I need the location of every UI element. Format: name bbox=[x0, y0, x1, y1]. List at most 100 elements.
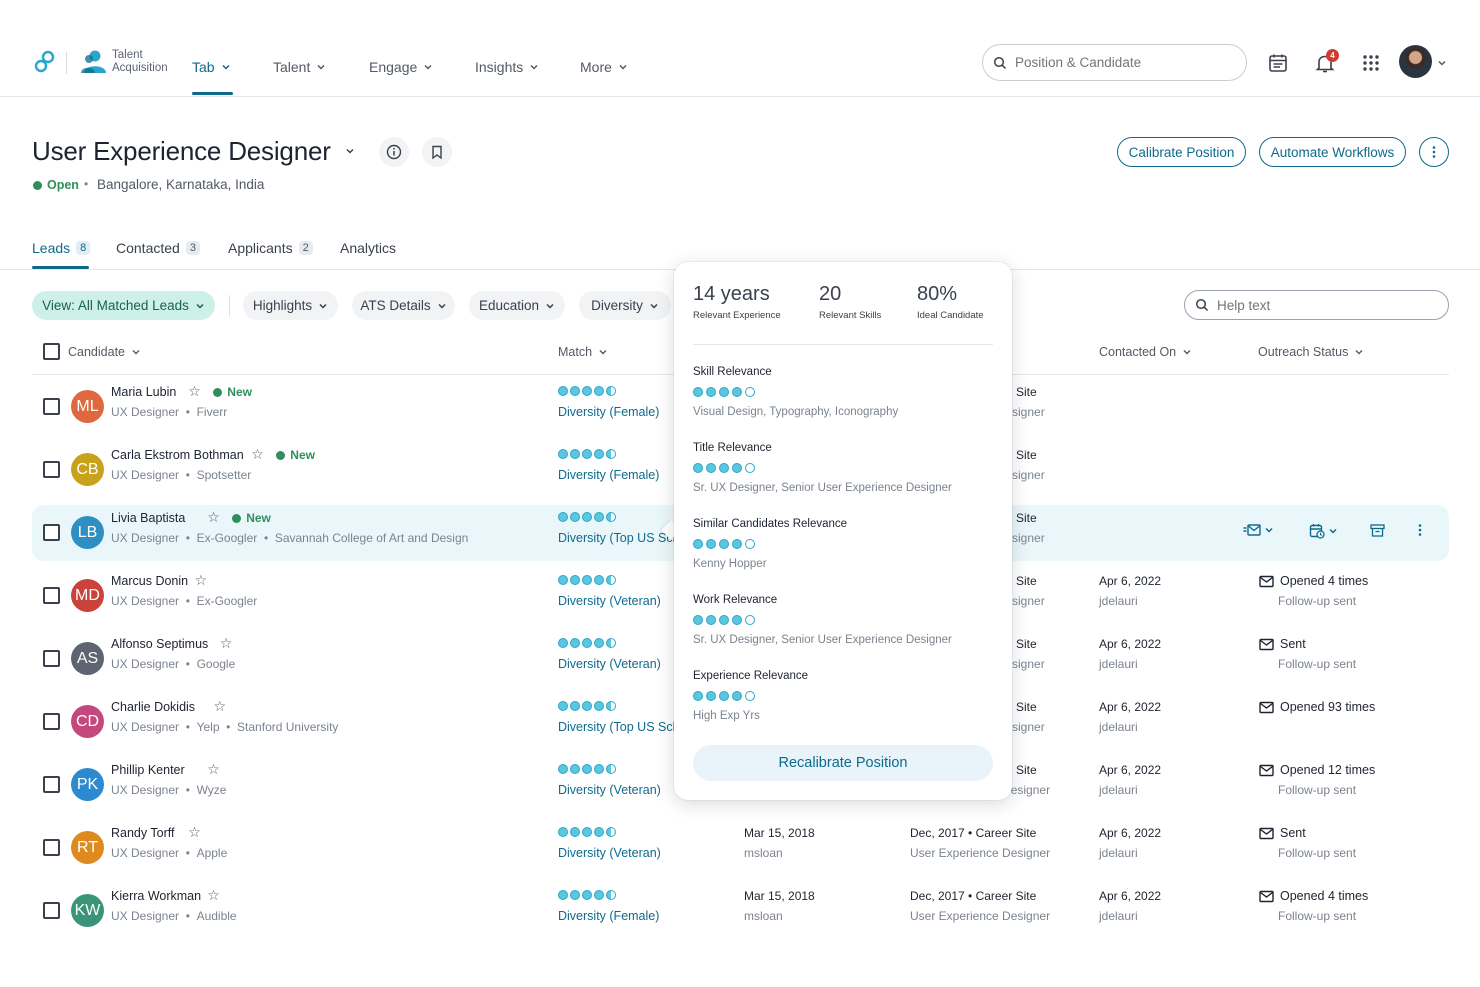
education-filter[interactable]: Education bbox=[469, 291, 565, 320]
candidate-name[interactable]: Livia Baptista bbox=[111, 511, 185, 525]
row-checkbox[interactable] bbox=[43, 902, 60, 919]
star-icon[interactable]: ☆ bbox=[220, 635, 233, 652]
candidate-company: Yelp bbox=[196, 720, 220, 734]
candidate-name[interactable]: Randy Torff bbox=[111, 826, 174, 840]
more-actions-button[interactable] bbox=[1419, 137, 1449, 167]
archive-button[interactable] bbox=[1370, 523, 1385, 538]
star-icon[interactable]: ☆ bbox=[207, 761, 220, 778]
diversity-tag[interactable]: Diversity (Top US Schools) bbox=[558, 720, 674, 734]
star-icon[interactable]: ☆ bbox=[207, 509, 220, 526]
match-rating[interactable] bbox=[558, 638, 616, 648]
star-icon[interactable]: ☆ bbox=[207, 887, 220, 904]
star-icon[interactable]: ☆ bbox=[195, 572, 208, 589]
tab-applicants[interactable]: Applicants 2 bbox=[228, 240, 313, 256]
mail-icon bbox=[1259, 638, 1274, 650]
app-logo-icon[interactable] bbox=[34, 50, 56, 74]
table-row[interactable]: RT Randy Torff ☆ UX Designer • Apple Diversi… bbox=[32, 820, 1449, 876]
automate-workflows-button[interactable]: Automate Workflows bbox=[1259, 137, 1406, 167]
diversity-tag[interactable]: Diversity (Female) bbox=[558, 468, 674, 482]
outreach-status-label: Opened 4 times bbox=[1280, 574, 1369, 588]
tab-analytics-label: Analytics bbox=[340, 240, 397, 256]
tab-leads[interactable]: Leads 8 bbox=[32, 240, 91, 256]
global-search[interactable] bbox=[982, 44, 1247, 81]
match-rating[interactable] bbox=[558, 386, 616, 396]
candidate-company: Audible bbox=[196, 909, 237, 923]
diversity-tag[interactable]: Diversity (Veteran) bbox=[558, 783, 674, 797]
nav-talent[interactable]: Talent bbox=[273, 59, 326, 75]
match-rating[interactable] bbox=[558, 512, 616, 522]
match-dot bbox=[606, 512, 616, 522]
diversity-tag[interactable]: Diversity (Veteran) bbox=[558, 846, 674, 860]
user-avatar[interactable] bbox=[1399, 45, 1432, 78]
row-checkbox[interactable] bbox=[43, 776, 60, 793]
star-icon[interactable]: ☆ bbox=[251, 446, 264, 463]
bookmark-button[interactable] bbox=[422, 137, 452, 167]
search-icon bbox=[993, 56, 1007, 69]
match-rating[interactable] bbox=[558, 890, 616, 900]
diversity-tag[interactable]: Diversity (Top US Schools) bbox=[558, 531, 674, 545]
relevance-dot bbox=[732, 691, 742, 701]
tab-analytics[interactable]: Analytics bbox=[340, 240, 396, 256]
recalibrate-position-button[interactable]: Recalibrate Position bbox=[693, 745, 993, 781]
outreach-followup: Follow-up sent bbox=[1278, 909, 1357, 923]
candidate-name[interactable]: Kierra Workman bbox=[111, 889, 201, 903]
row-checkbox[interactable] bbox=[43, 587, 60, 604]
candidate-name[interactable]: Carla Ekstrom Bothman bbox=[111, 448, 244, 462]
send-message-button[interactable] bbox=[1243, 523, 1274, 537]
candidate-name[interactable]: Phillip Kenter bbox=[111, 763, 185, 777]
row-checkbox[interactable] bbox=[43, 713, 60, 730]
match-rating[interactable] bbox=[558, 575, 616, 585]
leads-search-input[interactable] bbox=[1217, 297, 1437, 313]
relevance-dot bbox=[693, 691, 703, 701]
relevance-dot bbox=[745, 615, 755, 625]
apps-grid-icon[interactable] bbox=[1360, 52, 1382, 74]
column-header-match[interactable]: Match bbox=[558, 345, 608, 359]
candidate-name[interactable]: Marcus Donin bbox=[111, 574, 188, 588]
chevron-down-icon[interactable] bbox=[1437, 58, 1447, 68]
table-row[interactable]: KW Kierra Workman ☆ UX Designer • Audible Di… bbox=[32, 883, 1449, 939]
select-all-checkbox[interactable] bbox=[43, 343, 60, 360]
diversity-filter[interactable]: Diversity bbox=[579, 291, 671, 320]
candidate-name[interactable]: Maria Lubin bbox=[111, 385, 176, 399]
row-checkbox[interactable] bbox=[43, 461, 60, 478]
global-search-input[interactable] bbox=[1015, 55, 1225, 70]
relevance-dot bbox=[745, 463, 755, 473]
row-checkbox[interactable] bbox=[43, 524, 60, 541]
chevron-down-icon[interactable] bbox=[345, 146, 355, 156]
highlights-filter[interactable]: Highlights bbox=[243, 291, 338, 320]
match-rating[interactable] bbox=[558, 701, 616, 711]
candidate-name[interactable]: Charlie Dokidis bbox=[111, 700, 195, 714]
tab-contacted[interactable]: Contacted 3 bbox=[116, 240, 200, 256]
diversity-tag[interactable]: Diversity (Veteran) bbox=[558, 657, 674, 671]
nav-more[interactable]: More bbox=[580, 59, 628, 75]
nav-insights[interactable]: Insights bbox=[475, 59, 539, 75]
row-checkbox[interactable] bbox=[43, 839, 60, 856]
schedule-button[interactable] bbox=[1309, 523, 1338, 539]
row-checkbox[interactable] bbox=[43, 650, 60, 667]
row-checkbox[interactable] bbox=[43, 398, 60, 415]
row-more-button[interactable] bbox=[1416, 523, 1424, 537]
relevance-detail: Sr. UX Designer, Senior User Experience … bbox=[693, 634, 952, 646]
leads-search[interactable] bbox=[1184, 290, 1449, 320]
match-rating[interactable] bbox=[558, 764, 616, 774]
column-header-candidate[interactable]: Candidate bbox=[68, 345, 141, 359]
diversity-tag[interactable]: Diversity (Veteran) bbox=[558, 594, 674, 608]
ats-details-filter[interactable]: ATS Details bbox=[352, 291, 455, 320]
star-icon[interactable]: ☆ bbox=[214, 698, 227, 715]
diversity-tag[interactable]: Diversity (Female) bbox=[558, 405, 674, 419]
application-position: signer bbox=[1012, 405, 1045, 419]
match-rating[interactable] bbox=[558, 449, 616, 459]
match-rating[interactable] bbox=[558, 827, 616, 837]
column-header-outreach-status[interactable]: Outreach Status bbox=[1258, 345, 1364, 359]
column-header-contacted-on[interactable]: Contacted On bbox=[1099, 345, 1192, 359]
nav-tab[interactable]: Tab bbox=[192, 59, 231, 75]
star-icon[interactable]: ☆ bbox=[188, 824, 201, 841]
star-icon[interactable]: ☆ bbox=[188, 383, 201, 400]
view-filter-dropdown[interactable]: View: All Matched Leads bbox=[32, 291, 215, 320]
calibrate-position-button[interactable]: Calibrate Position bbox=[1117, 137, 1246, 167]
calendar-icon[interactable] bbox=[1267, 52, 1289, 74]
nav-engage[interactable]: Engage bbox=[369, 59, 433, 75]
candidate-name[interactable]: Alfonso Septimus bbox=[111, 637, 208, 651]
info-button[interactable] bbox=[379, 137, 409, 167]
diversity-tag[interactable]: Diversity (Female) bbox=[558, 909, 674, 923]
